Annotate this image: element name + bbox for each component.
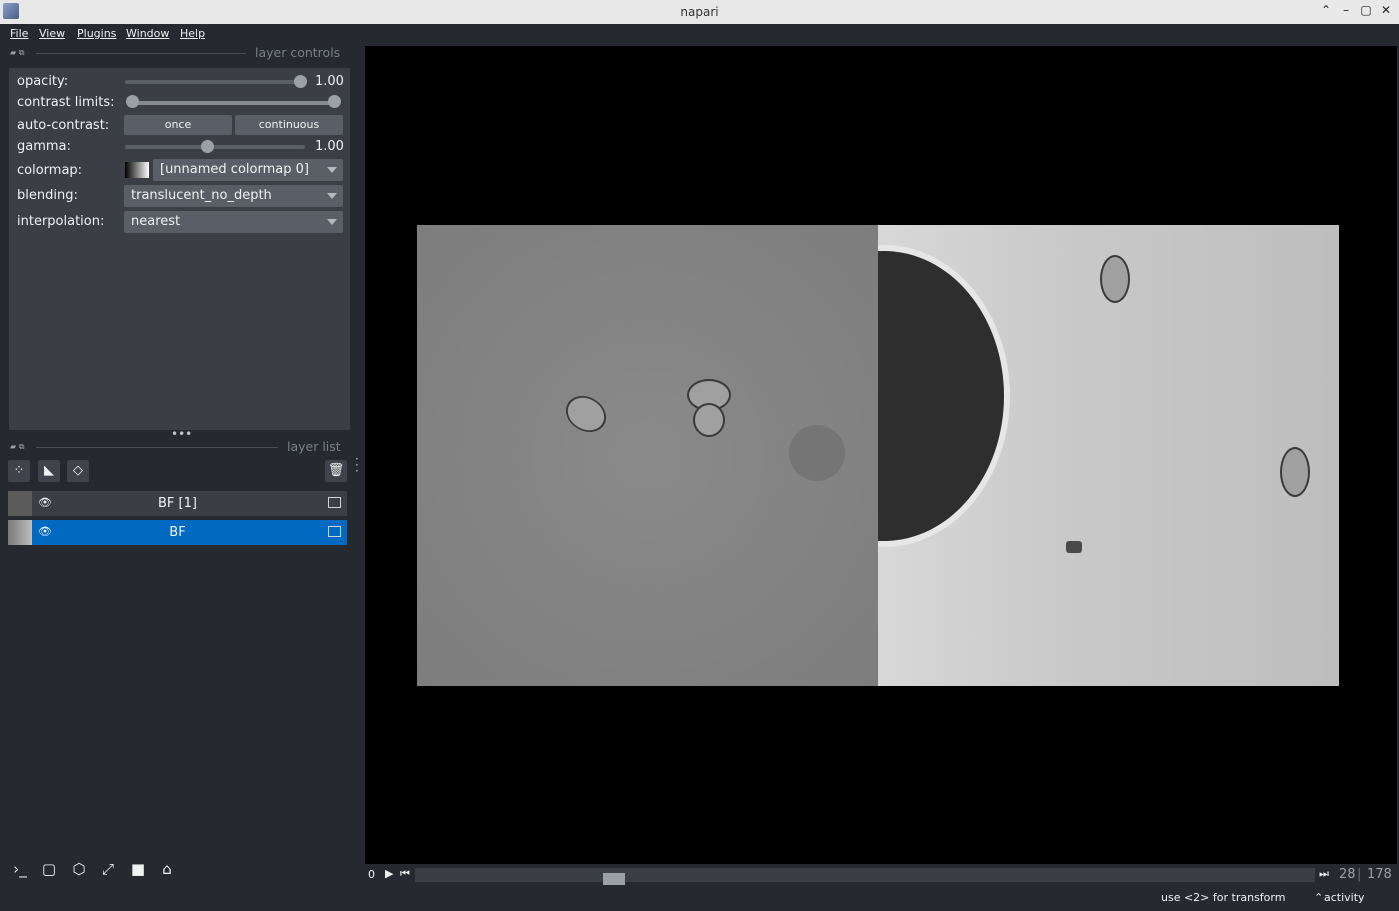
window-titlebar: napari ⌃ – ▢ ✕ — [0, 0, 1399, 25]
gamma-slider[interactable] — [125, 145, 305, 149]
contrast-limit-low-handle[interactable] — [126, 95, 139, 108]
new-shapes-layer-icon[interactable]: ◣ — [38, 460, 60, 482]
menu-file[interactable]: File — [10, 27, 28, 40]
contrast-limits-slider[interactable] — [133, 101, 335, 105]
interpolation-label: interpolation: — [17, 214, 105, 229]
dock-float-close-icons[interactable]: ▰ ⧉ — [10, 48, 24, 58]
auto-contrast-once-button[interactable]: once — [124, 115, 232, 135]
cell-shape — [1280, 447, 1310, 497]
layer-row[interactable]: 👁 BF — [8, 520, 347, 545]
gamma-slider-handle[interactable] — [201, 140, 214, 153]
debris — [1066, 541, 1082, 553]
dims-total: 178 — [1367, 867, 1392, 882]
opacity-slider-handle[interactable] — [294, 75, 307, 88]
cell-shape — [693, 403, 725, 437]
layer-row[interactable]: 👁 BF [1] — [8, 491, 347, 516]
dims-separator: | — [1357, 867, 1362, 882]
opacity-slider[interactable] — [125, 80, 305, 84]
dims-slider-thumb[interactable] — [603, 873, 625, 885]
blur-spot — [789, 425, 845, 481]
roll-dims-icon[interactable]: ⬡ — [67, 857, 91, 881]
blending-combobox[interactable]: translucent_no_depth — [124, 185, 343, 207]
grid-mode-icon[interactable]: ■ — [126, 857, 150, 881]
vertical-splitter-handle[interactable]: · · · — [355, 453, 359, 477]
chevron-down-icon — [327, 167, 337, 173]
image-layer-icon — [328, 526, 341, 537]
chevron-down-icon — [327, 219, 337, 225]
dock-float-close-icons[interactable]: ▰ ⧉ — [10, 442, 24, 452]
play-icon[interactable]: ▶ — [385, 867, 393, 880]
pipette-tip — [878, 245, 1010, 547]
blending-label: blending: — [17, 188, 78, 203]
window-title: napari — [680, 5, 719, 19]
image-tile-bf-1 — [417, 225, 878, 686]
new-points-layer-icon[interactable]: ⁘ — [8, 460, 30, 482]
cell-shape — [559, 388, 613, 440]
dims-slider-track[interactable] — [415, 868, 1315, 885]
maximize-button[interactable]: ▢ — [1358, 3, 1374, 17]
menu-bar: File View Plugins Window Help — [0, 24, 1399, 44]
layer-list-title: layer list — [287, 439, 341, 454]
dims-current-index[interactable]: 28 — [1339, 867, 1356, 882]
dims-start-label: 0 — [368, 868, 375, 881]
menu-view[interactable]: View — [39, 27, 65, 40]
dims-slider-bar: 0 ▶ ⏮ ⏭ 28 | 178 — [365, 864, 1399, 886]
shade-window-button[interactable]: ⌃ — [1318, 3, 1334, 17]
activity-chevron-icon[interactable]: ⌃ — [1314, 891, 1323, 904]
activity-button[interactable]: activity — [1324, 891, 1365, 904]
auto-contrast-label: auto-contrast: — [17, 118, 110, 133]
status-hint: use <2> for transform — [1161, 891, 1286, 904]
delete-layer-icon[interactable]: 🗑 — [325, 460, 347, 482]
layer-controls-panel: opacity: 1.00 contrast limits: auto-cont… — [9, 68, 350, 430]
step-back-icon[interactable]: ⏮ — [400, 867, 410, 881]
close-button[interactable]: ✕ — [1378, 3, 1394, 17]
gamma-value: 1.00 — [315, 139, 344, 154]
menu-window[interactable]: Window — [126, 27, 169, 40]
auto-contrast-continuous-button[interactable]: continuous — [235, 115, 343, 135]
interpolation-combobox[interactable]: nearest — [124, 211, 343, 233]
image-tile-bf — [878, 225, 1339, 686]
menu-help[interactable]: Help — [180, 27, 205, 40]
contrast-limits-label: contrast limits: — [17, 95, 115, 110]
layer-name[interactable]: BF — [8, 525, 347, 540]
home-icon[interactable]: ⌂ — [155, 857, 179, 881]
colormap-value: [unnamed colormap 0] — [160, 162, 309, 177]
opacity-value: 1.00 — [315, 74, 344, 89]
cell-shape — [1100, 255, 1130, 303]
layer-name[interactable]: BF [1] — [8, 496, 347, 511]
opacity-label: opacity: — [17, 74, 69, 89]
ndisplay-toggle-icon[interactable]: ▢ — [37, 857, 61, 881]
blending-value: translucent_no_depth — [131, 188, 272, 203]
minimize-button[interactable]: – — [1338, 3, 1354, 17]
layer-controls-title: layer controls — [255, 45, 341, 60]
gamma-label: gamma: — [17, 139, 71, 154]
colormap-label: colormap: — [17, 163, 83, 178]
menu-plugins[interactable]: Plugins — [77, 27, 116, 40]
dock-splitter-handle[interactable]: ••• — [171, 427, 192, 441]
colormap-combobox[interactable]: [unnamed colormap 0] — [153, 159, 343, 181]
dock-divider — [36, 53, 246, 54]
chevron-down-icon — [327, 193, 337, 199]
step-forward-icon[interactable]: ⏭ — [1319, 867, 1329, 881]
transpose-dims-icon[interactable]: ⤢ — [96, 857, 120, 881]
colormap-preview — [125, 162, 149, 178]
console-icon[interactable]: ›_ — [8, 857, 32, 881]
dock-divider — [36, 447, 278, 448]
contrast-limit-high-handle[interactable] — [328, 95, 341, 108]
interpolation-value: nearest — [131, 214, 181, 229]
image-layer-icon — [328, 497, 341, 508]
new-labels-layer-icon[interactable]: ◇ — [67, 460, 89, 482]
